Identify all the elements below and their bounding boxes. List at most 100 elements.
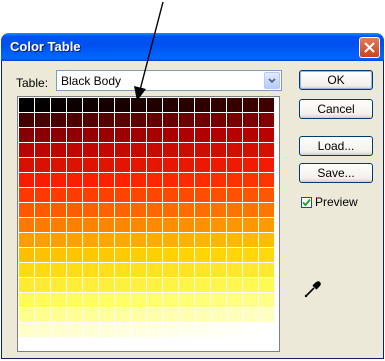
color-swatch[interactable]: [19, 278, 34, 292]
color-swatch[interactable]: [99, 98, 114, 112]
color-swatch[interactable]: [131, 143, 146, 157]
color-swatch[interactable]: [227, 293, 242, 307]
color-swatch[interactable]: [227, 173, 242, 187]
color-swatch[interactable]: [147, 263, 162, 277]
color-swatch[interactable]: [99, 173, 114, 187]
color-swatch[interactable]: [211, 98, 226, 112]
color-swatch[interactable]: [243, 233, 258, 247]
color-swatch[interactable]: [19, 293, 34, 307]
color-swatch[interactable]: [131, 293, 146, 307]
color-swatch[interactable]: [35, 263, 50, 277]
close-button[interactable]: [359, 37, 380, 58]
color-swatch[interactable]: [195, 323, 210, 337]
color-swatch[interactable]: [67, 263, 82, 277]
color-swatch[interactable]: [227, 248, 242, 262]
color-swatch[interactable]: [179, 233, 194, 247]
color-swatch[interactable]: [163, 113, 178, 127]
color-swatch[interactable]: [195, 308, 210, 322]
color-swatch[interactable]: [163, 98, 178, 112]
color-swatch[interactable]: [259, 278, 274, 292]
color-swatch[interactable]: [83, 113, 98, 127]
color-swatch[interactable]: [211, 308, 226, 322]
color-swatch[interactable]: [227, 203, 242, 217]
color-swatch[interactable]: [179, 203, 194, 217]
color-swatch[interactable]: [147, 233, 162, 247]
color-swatch[interactable]: [51, 143, 66, 157]
color-swatch[interactable]: [19, 263, 34, 277]
color-swatch[interactable]: [115, 218, 130, 232]
color-swatch[interactable]: [115, 143, 130, 157]
color-swatch[interactable]: [259, 263, 274, 277]
color-swatch[interactable]: [51, 233, 66, 247]
color-swatch[interactable]: [131, 248, 146, 262]
cancel-button[interactable]: Cancel: [299, 99, 373, 119]
color-swatch[interactable]: [147, 188, 162, 202]
color-swatch[interactable]: [131, 173, 146, 187]
color-swatch[interactable]: [243, 143, 258, 157]
color-swatch[interactable]: [195, 173, 210, 187]
color-swatch[interactable]: [67, 323, 82, 337]
color-swatch[interactable]: [163, 308, 178, 322]
color-swatch[interactable]: [163, 323, 178, 337]
color-swatch[interactable]: [19, 173, 34, 187]
color-swatch[interactable]: [179, 248, 194, 262]
color-swatch[interactable]: [211, 323, 226, 337]
color-swatch[interactable]: [147, 158, 162, 172]
color-swatch[interactable]: [211, 143, 226, 157]
color-swatch[interactable]: [115, 128, 130, 142]
color-swatch[interactable]: [147, 218, 162, 232]
color-swatch[interactable]: [83, 173, 98, 187]
color-swatch[interactable]: [19, 308, 34, 322]
color-swatch[interactable]: [195, 278, 210, 292]
color-swatch[interactable]: [227, 158, 242, 172]
color-swatch[interactable]: [227, 113, 242, 127]
color-swatch[interactable]: [83, 218, 98, 232]
color-swatch[interactable]: [179, 98, 194, 112]
color-swatch[interactable]: [195, 158, 210, 172]
color-swatch[interactable]: [243, 308, 258, 322]
color-swatch[interactable]: [99, 218, 114, 232]
color-swatch[interactable]: [147, 98, 162, 112]
color-swatch[interactable]: [35, 203, 50, 217]
color-swatch[interactable]: [243, 203, 258, 217]
color-swatch[interactable]: [35, 218, 50, 232]
color-swatch[interactable]: [115, 173, 130, 187]
color-swatch[interactable]: [51, 218, 66, 232]
color-swatch[interactable]: [67, 293, 82, 307]
color-swatch[interactable]: [131, 188, 146, 202]
color-swatch[interactable]: [83, 158, 98, 172]
color-swatch[interactable]: [211, 158, 226, 172]
color-swatch[interactable]: [131, 128, 146, 142]
color-swatch[interactable]: [163, 233, 178, 247]
color-swatch[interactable]: [35, 323, 50, 337]
color-swatch[interactable]: [99, 293, 114, 307]
color-swatch[interactable]: [227, 143, 242, 157]
color-swatch[interactable]: [195, 233, 210, 247]
color-swatch[interactable]: [83, 293, 98, 307]
color-swatch[interactable]: [99, 128, 114, 142]
color-swatch[interactable]: [67, 233, 82, 247]
color-swatch[interactable]: [67, 188, 82, 202]
color-swatch[interactable]: [163, 128, 178, 142]
color-swatch[interactable]: [163, 293, 178, 307]
color-swatch[interactable]: [115, 293, 130, 307]
color-swatch[interactable]: [51, 158, 66, 172]
color-swatch[interactable]: [35, 248, 50, 262]
color-swatch[interactable]: [259, 98, 274, 112]
color-swatch[interactable]: [99, 188, 114, 202]
color-swatch[interactable]: [19, 188, 34, 202]
color-swatch[interactable]: [243, 113, 258, 127]
color-swatch[interactable]: [243, 158, 258, 172]
eyedropper-icon[interactable]: [303, 279, 323, 299]
color-swatch[interactable]: [195, 218, 210, 232]
color-swatch[interactable]: [211, 248, 226, 262]
dropdown-button[interactable]: [264, 72, 280, 89]
color-swatch[interactable]: [147, 323, 162, 337]
color-swatch[interactable]: [227, 188, 242, 202]
color-swatch[interactable]: [35, 113, 50, 127]
color-swatch[interactable]: [211, 188, 226, 202]
color-swatch[interactable]: [243, 248, 258, 262]
color-swatch[interactable]: [179, 308, 194, 322]
color-swatch[interactable]: [99, 308, 114, 322]
color-swatch[interactable]: [67, 278, 82, 292]
